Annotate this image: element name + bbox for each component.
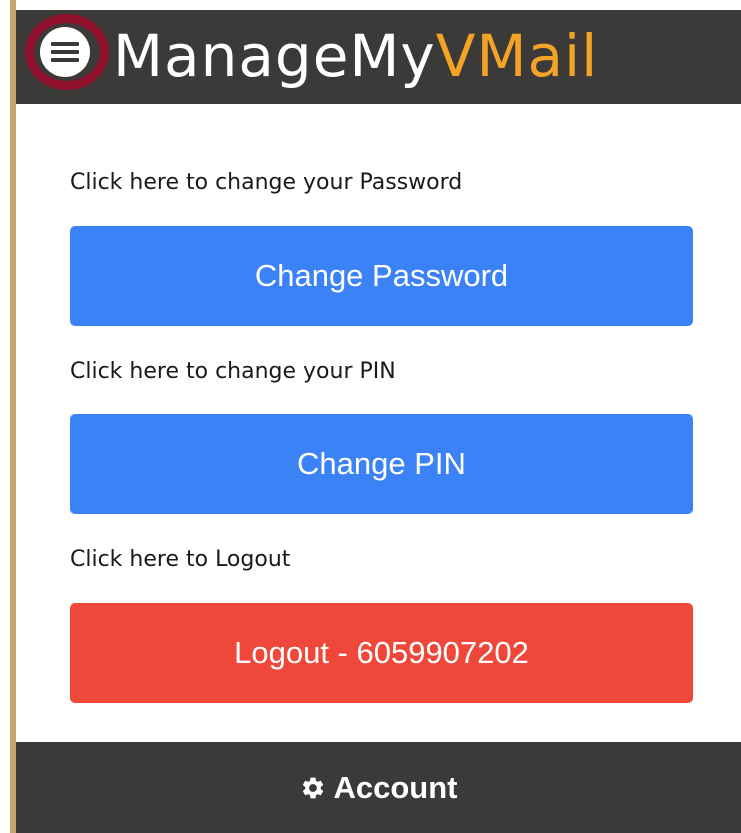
account-footer-content: Account [300,770,458,806]
menu-bar-top [51,42,79,46]
left-margin [0,0,10,833]
brand-prefix: ManageMy [113,22,436,90]
app-logo: ManageMy VMail [113,12,598,100]
menu-bar-middle [51,50,79,54]
change-password-button[interactable]: Change Password [70,226,693,326]
brand-suffix: VMail [435,22,599,90]
change-password-label: Click here to change your Password [70,170,463,195]
logout-label: Click here to Logout [70,547,291,572]
logout-button[interactable]: Logout - 6059907202 [70,603,693,703]
change-pin-label: Click here to change your PIN [70,359,396,384]
page: ManageMy VMail Click here to change your … [0,0,741,833]
menu-bar-bottom [51,58,79,62]
account-footer-button[interactable]: Account [16,742,741,833]
hamburger-menu-icon[interactable] [40,27,90,77]
change-pin-button[interactable]: Change PIN [70,414,693,514]
gear-icon [300,775,326,801]
account-label: Account [333,769,458,805]
left-border-line [10,0,16,833]
